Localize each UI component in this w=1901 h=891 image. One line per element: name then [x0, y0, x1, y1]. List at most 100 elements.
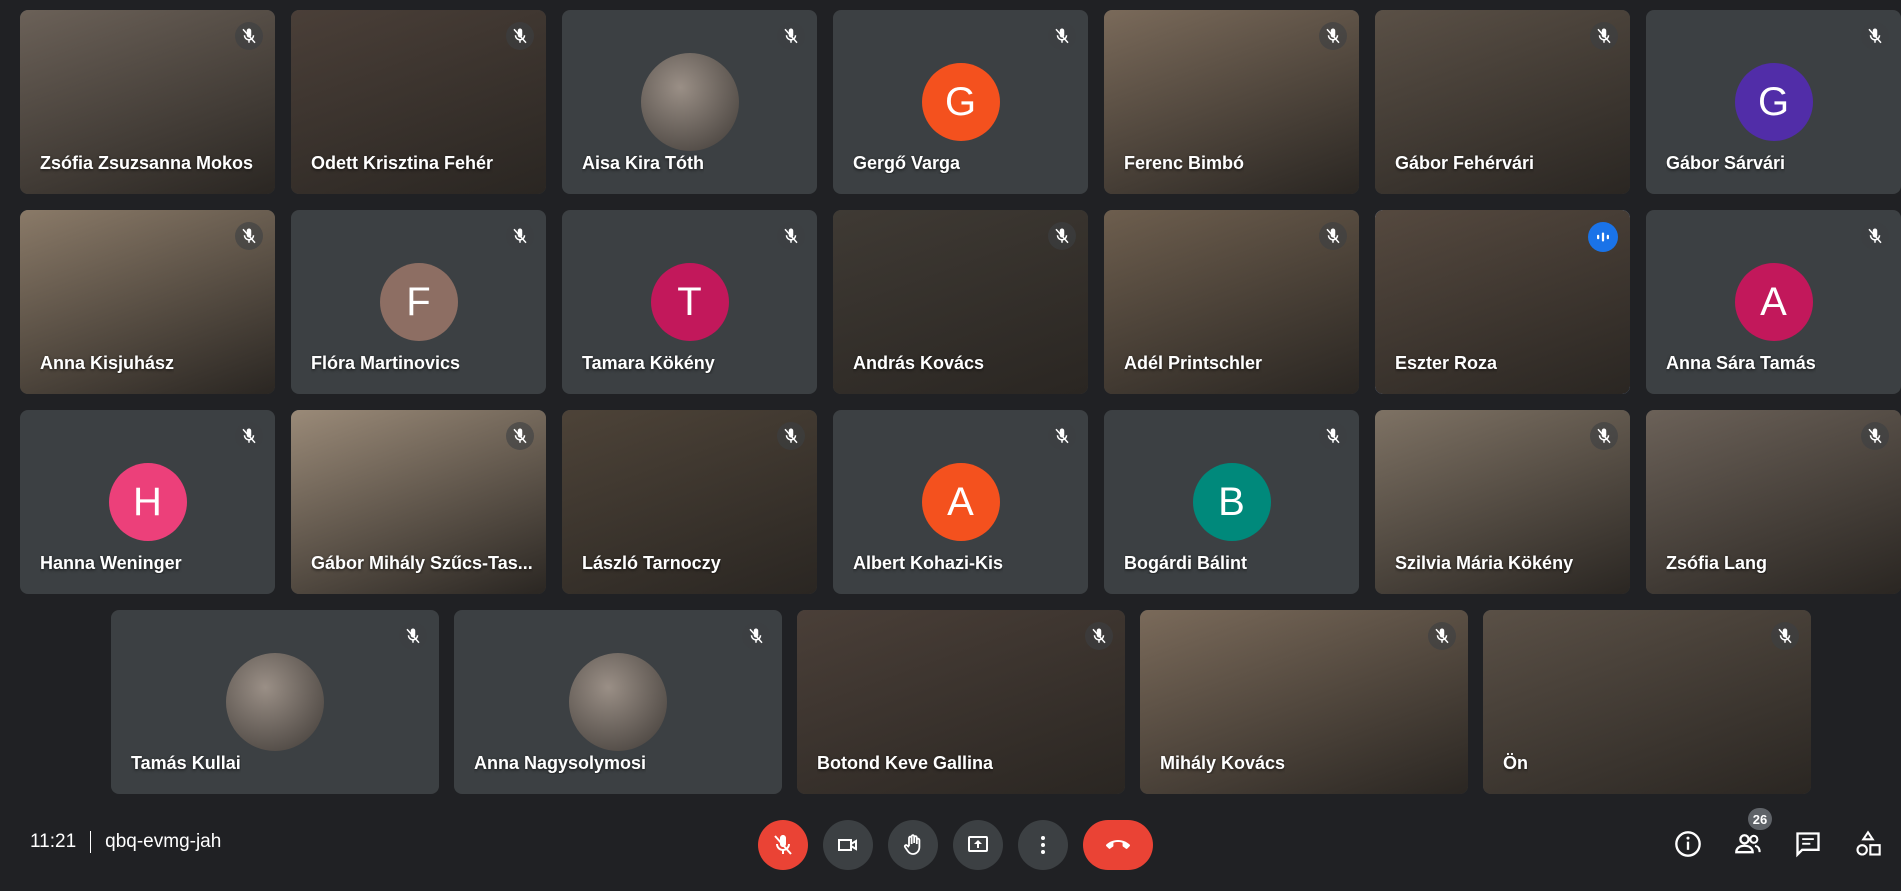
participant-name: Ön	[1503, 753, 1528, 773]
participant-avatar	[226, 653, 324, 751]
participant-tile[interactable]: Szilvia Mária Kökény	[1375, 410, 1630, 594]
meeting-details: 11:21 qbq-evmg-jah	[30, 831, 221, 853]
mic-muted-icon	[1048, 22, 1076, 50]
raise-hand-icon	[903, 834, 921, 855]
people-icon	[1735, 834, 1761, 854]
participant-tile[interactable]: F Flóra Martinovics	[291, 210, 546, 394]
mic-muted-icon	[1428, 622, 1456, 650]
participant-name: Gábor Sárvári	[1666, 153, 1786, 173]
mic-muted-icon	[399, 622, 427, 650]
participant-name: Adél Printschler	[1124, 353, 1263, 373]
mic-muted-icon	[774, 835, 792, 855]
participant-avatar	[640, 53, 739, 151]
participant-tile[interactable]: Botond Keve Gallina	[797, 610, 1125, 794]
mic-muted-icon	[1085, 622, 1113, 650]
participant-name: Anna Sára Tamás	[1666, 353, 1816, 373]
participant-tile[interactable]: B Bogárdi Bálint	[1104, 410, 1359, 594]
chat-button[interactable]	[1790, 826, 1826, 862]
participant-tile[interactable]: Tamás Kullai	[111, 610, 439, 794]
participant-name: Odett Krisztina Fehér	[311, 153, 494, 173]
info-icon	[1675, 831, 1701, 857]
participant-name: Zsófia Lang	[1666, 553, 1768, 573]
participant-tile[interactable]: G Gergő Varga	[833, 10, 1088, 194]
participant-name: Anna Kisjuhász	[40, 353, 175, 373]
participants-count-badge: 26	[1748, 808, 1772, 830]
participant-tile[interactable]: Ferenc Bimbó	[1104, 10, 1359, 194]
mic-muted-icon	[777, 422, 805, 450]
mic-muted-icon	[777, 22, 805, 50]
participant-avatar: G	[921, 63, 1000, 141]
participant-name: Eszter Roza	[1395, 353, 1498, 373]
participant-name: Flóra Martinovics	[311, 353, 461, 373]
participant-name: Tamás Kullai	[131, 753, 241, 773]
participant-name: Zsófia Zsuzsanna Mokos	[40, 153, 254, 173]
participant-name: Hanna Weninger	[40, 553, 182, 573]
participant-tile[interactable]: Odett Krisztina Fehér	[291, 10, 546, 194]
participant-name: Anna Nagysolymosi	[474, 753, 647, 773]
participant-avatar: F	[379, 263, 458, 341]
mic-muted-icon	[742, 622, 770, 650]
participant-tile[interactable]: Anna Nagysolymosi	[454, 610, 782, 794]
meeting-info-button[interactable]	[1670, 826, 1706, 862]
present-button[interactable]	[953, 820, 1003, 870]
mic-muted-icon	[235, 222, 263, 250]
mic-muted-icon	[235, 422, 263, 450]
participant-tile[interactable]: Aisa Kira Tóth	[562, 10, 817, 194]
participant-name: Gábor Fehérvári	[1395, 153, 1535, 173]
meeting-code: qbq-evmg-jah	[105, 831, 222, 852]
leave-call-button[interactable]	[1083, 820, 1153, 870]
participant-tile[interactable]: Adél Printschler	[1104, 210, 1359, 394]
participant-tile[interactable]: A Anna Sára Tamás	[1646, 210, 1901, 394]
mic-muted-icon	[506, 222, 534, 250]
mic-muted-icon	[1861, 222, 1889, 250]
participant-name: Albert Kohazi-Kis	[853, 553, 1004, 573]
participant-name: László Tarnoczy	[582, 553, 721, 573]
speaking-indicator-icon	[1588, 222, 1618, 252]
participant-video	[1483, 610, 1811, 794]
microphone-button[interactable]	[758, 820, 808, 870]
camera-icon	[838, 839, 857, 851]
participant-name: Szilvia Mária Kökény	[1395, 553, 1574, 573]
participant-tile[interactable]: Anna Kisjuhász	[20, 210, 275, 394]
participant-tile[interactable]: T Tamara Kökény	[562, 210, 817, 394]
mic-muted-icon	[1319, 422, 1347, 450]
participant-avatar: T	[650, 263, 729, 341]
mic-muted-icon	[1319, 22, 1347, 50]
participant-tile[interactable]: Eszter Roza	[1375, 210, 1630, 394]
participant-tile[interactable]: G Gábor Sárvári	[1646, 10, 1901, 194]
mic-muted-icon	[1048, 422, 1076, 450]
more-options-button[interactable]	[1018, 820, 1068, 870]
mic-muted-icon	[506, 422, 534, 450]
participant-name: Tamara Kökény	[582, 353, 715, 373]
participant-tile[interactable]: András Kovács	[833, 210, 1088, 394]
participant-tile[interactable]: László Tarnoczy	[562, 410, 817, 594]
participant-name: Mihály Kovács	[1160, 753, 1286, 773]
mic-muted-icon	[506, 22, 534, 50]
raise-hand-button[interactable]	[888, 820, 938, 870]
camera-button[interactable]	[823, 820, 873, 870]
participant-tile[interactable]: Ön	[1483, 610, 1811, 794]
bottom-bar: 11:21 qbq-evmg-jah	[0, 800, 1901, 891]
mic-muted-icon	[1590, 22, 1618, 50]
present-icon	[968, 836, 988, 852]
participant-name: Ferenc Bimbó	[1124, 153, 1245, 173]
participant-tile[interactable]: Zsófia Zsuzsanna Mokos	[20, 10, 275, 194]
mic-muted-icon	[235, 22, 263, 50]
participants-button[interactable]	[1730, 826, 1766, 862]
participant-name: Gergő Varga	[853, 153, 961, 173]
activities-button[interactable]	[1850, 826, 1886, 862]
participant-name: Botond Keve Gallina	[817, 753, 994, 773]
participant-avatar	[569, 653, 667, 751]
mic-muted-icon	[1048, 222, 1076, 250]
mic-muted-icon	[1590, 422, 1618, 450]
participant-avatar: G	[1734, 63, 1813, 141]
participant-tile[interactable]: Gábor Fehérvári	[1375, 10, 1630, 194]
mic-muted-icon	[1861, 22, 1889, 50]
participant-tile[interactable]: Mihály Kovács	[1140, 610, 1468, 794]
participant-tile[interactable]: H Hanna Weninger	[20, 410, 275, 594]
participant-tile[interactable]: Zsófia Lang	[1646, 410, 1901, 594]
participant-avatar: H	[108, 463, 187, 541]
participant-tile[interactable]: A Albert Kohazi-Kis	[833, 410, 1088, 594]
participant-tile[interactable]: Gábor Mihály Szűcs-Tas...	[291, 410, 546, 594]
meeting-time: 11:21	[30, 831, 77, 852]
